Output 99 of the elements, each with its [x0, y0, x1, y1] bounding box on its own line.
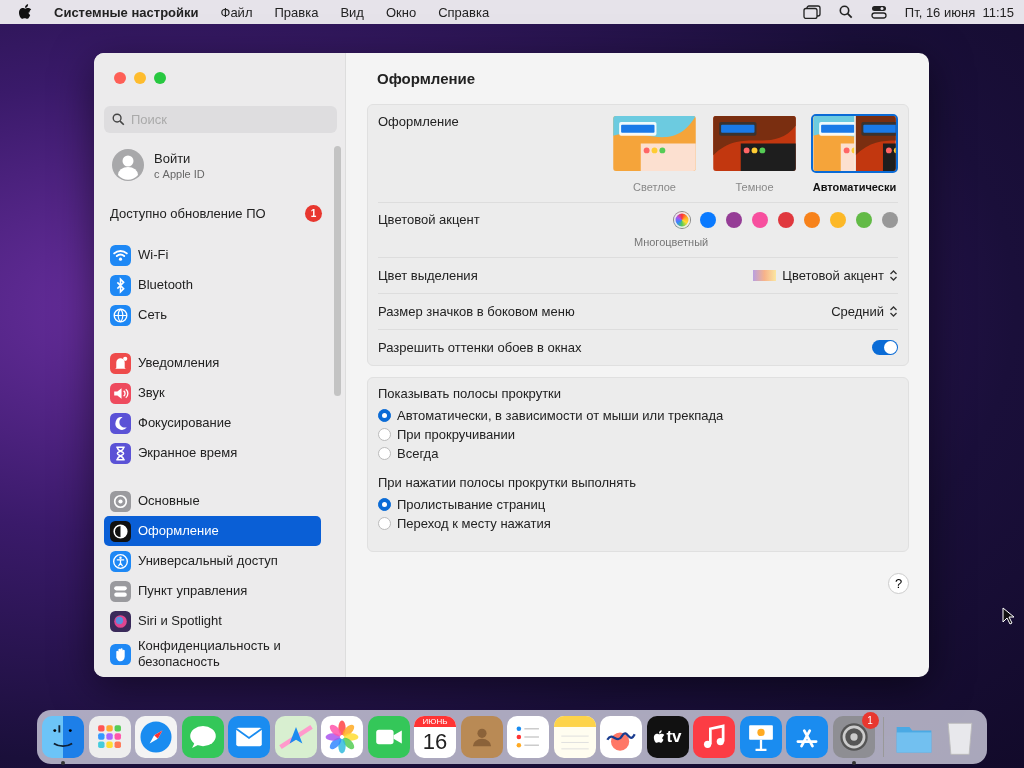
accessibility-icon — [110, 550, 131, 572]
menu-item[interactable]: Справка — [438, 4, 490, 20]
setting-label: Разрешить оттенки обоев в окнах — [378, 340, 582, 355]
flower-icon[interactable] — [321, 716, 363, 758]
zoom-button[interactable] — [154, 72, 166, 84]
siri-icon — [110, 610, 131, 632]
hourglass-icon — [110, 442, 131, 464]
app-grid-icon[interactable] — [88, 716, 131, 758]
sidebar-item[interactable]: Звук — [104, 378, 321, 408]
gear-icon[interactable] — [832, 716, 875, 758]
speaker-icon — [110, 382, 131, 404]
bluetooth-icon — [110, 274, 131, 296]
speech-bubble-icon[interactable] — [181, 716, 224, 758]
accent-swatch[interactable] — [882, 212, 898, 228]
podium-icon[interactable] — [739, 716, 782, 758]
sidebar-item[interactable]: Основные — [104, 486, 321, 516]
sidebar-item[interactable]: Уведомления — [104, 348, 321, 378]
page-title: Оформление — [376, 69, 477, 89]
popup-button[interactable]: Средний — [831, 304, 898, 319]
accent-swatch[interactable] — [726, 212, 742, 228]
face-icon[interactable] — [42, 716, 84, 758]
accent-swatch[interactable] — [804, 212, 820, 228]
accent-swatch[interactable] — [700, 212, 716, 228]
radio-option[interactable]: Переход к месту нажатия — [378, 514, 898, 533]
control-center-icon[interactable] — [870, 5, 887, 19]
menu-item[interactable]: Вид — [340, 4, 364, 20]
accent-swatch[interactable] — [830, 212, 846, 228]
theme-label: Темное — [735, 181, 774, 193]
search-icon — [112, 113, 125, 126]
search-icon[interactable] — [838, 5, 853, 19]
sidebar-item[interactable]: Фокусирование — [104, 408, 321, 438]
theme-label: Автоматически — [812, 181, 897, 193]
wifi-icon — [110, 244, 131, 266]
close-button[interactable] — [114, 72, 126, 84]
half-circle-icon — [110, 520, 131, 542]
radio-option[interactable]: Автоматически, в зависимости от мыши или трекпада — [378, 406, 898, 425]
toggles-icon — [110, 580, 131, 602]
app-name-menu[interactable]: Системные настройки — [54, 4, 199, 20]
sidebar-item[interactable]: Пункт управления — [104, 576, 321, 606]
menu-item[interactable]: Окно — [385, 4, 417, 20]
setting-label: Оформление — [378, 114, 459, 129]
toggle-switch[interactable] — [872, 340, 898, 355]
dark-theme-thumbnail[interactable] — [711, 114, 798, 173]
window-stack-icon[interactable] — [802, 5, 821, 19]
radio-option[interactable]: Пролистывание страниц — [378, 495, 898, 514]
sidebar-item[interactable]: Универсальный доступ — [104, 546, 321, 576]
sidebar-item[interactable]: Экранное время — [104, 438, 321, 468]
help-button[interactable]: ? — [888, 573, 909, 594]
sidebar-item[interactable]: Wi-Fi — [104, 240, 321, 270]
sidebar-item[interactable]: Siri и Spotlight — [104, 606, 321, 636]
sidebar-item[interactable]: Bluetooth — [104, 270, 321, 300]
compass-icon[interactable] — [135, 716, 177, 758]
hand-icon — [110, 643, 131, 665]
update-link[interactable]: Доступно обновление ПО — [110, 206, 266, 221]
contacts-book-icon[interactable] — [460, 716, 503, 758]
apple-logo-icon[interactable] — [18, 4, 32, 20]
chevron-updown-icon — [889, 305, 898, 318]
accent-swatch[interactable] — [778, 212, 794, 228]
scrollbar[interactable] — [334, 146, 341, 396]
accent-swatch[interactable] — [856, 212, 872, 228]
map-icon[interactable] — [274, 716, 317, 758]
bell-icon — [110, 352, 131, 374]
notification-badge: 1 — [305, 205, 322, 222]
group-label: При нажатии полосы прокрутки выполнять — [378, 475, 638, 490]
chevron-updown-icon — [889, 269, 898, 282]
menu-item[interactable]: Файл — [220, 4, 253, 20]
setting-label: Размер значков в боковом меню — [378, 304, 575, 319]
radio-option[interactable]: Всегда — [378, 444, 898, 463]
sidebar-item[interactable]: Оформление — [104, 516, 321, 546]
group-label: Показывать полосы прокрутки — [378, 386, 563, 401]
accent-swatch[interactable] — [752, 212, 768, 228]
pointer-icon — [1002, 607, 1014, 625]
multicolor-swatch[interactable] — [674, 212, 690, 228]
setting-label: Цветовой акцент — [378, 212, 480, 227]
accent-caption: Многоцветный — [634, 236, 709, 248]
envelope-icon[interactable] — [228, 716, 270, 758]
music-note-icon[interactable] — [693, 716, 735, 758]
sidebar-item[interactable]: Сеть — [104, 300, 321, 330]
menubar-clock[interactable]: Пт, 16 июня 11:15 — [904, 4, 1014, 20]
auto-theme-thumbnail[interactable] — [811, 114, 898, 173]
sidebar-item[interactable]: Конфиденциальность и безопасность — [104, 636, 321, 672]
gear-icon — [110, 490, 131, 512]
avatar-icon[interactable] — [112, 149, 144, 181]
radio-option[interactable]: При прокручивании — [378, 425, 898, 444]
app-store-icon[interactable] — [786, 716, 828, 758]
apple-id-caption: с Apple ID — [154, 167, 205, 180]
checklist-icon[interactable] — [507, 716, 549, 758]
moon-icon — [110, 412, 131, 434]
menu-item[interactable]: Правка — [274, 4, 319, 20]
setting-label: Цвет выделения — [378, 268, 478, 283]
light-theme-thumbnail[interactable] — [611, 114, 698, 173]
globe-icon — [110, 304, 131, 326]
calendar-icon[interactable]: ИЮНЬ 16 — [414, 716, 456, 758]
sign-in-link[interactable]: Войти — [154, 150, 205, 166]
tv-app-icon[interactable]: tv — [646, 716, 689, 758]
popup-button[interactable]: Цветовой акцент — [782, 268, 898, 283]
video-camera-icon[interactable] — [367, 716, 410, 758]
scribble-icon[interactable] — [600, 716, 642, 758]
theme-label: Светлое — [633, 181, 676, 193]
